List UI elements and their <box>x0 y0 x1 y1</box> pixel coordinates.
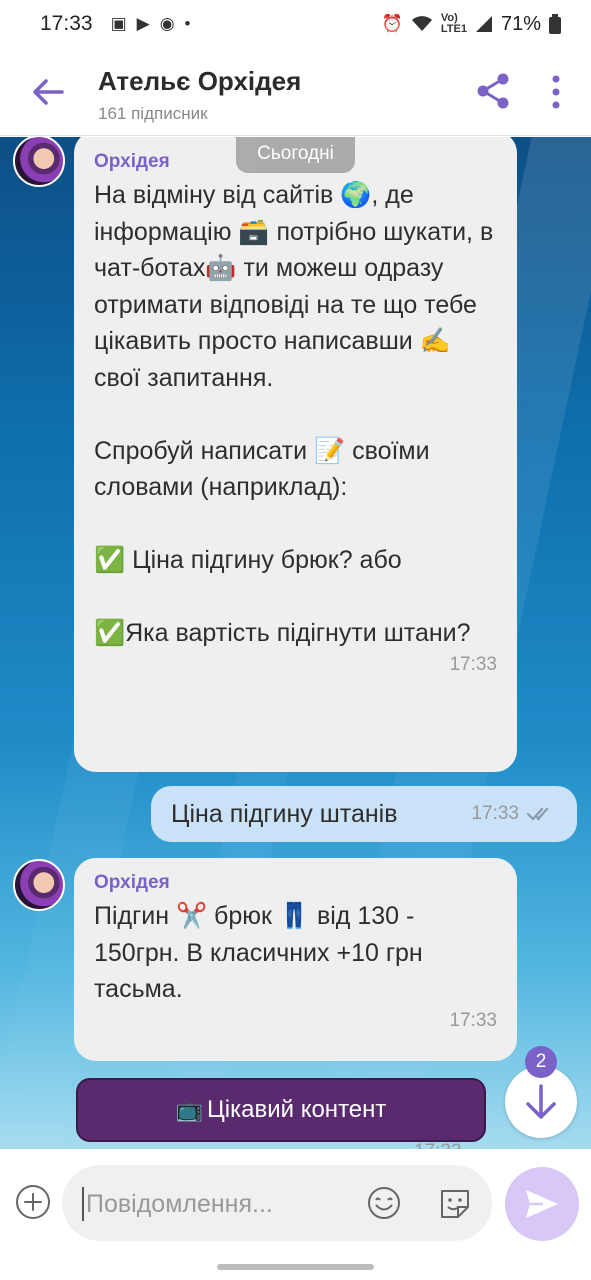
volte-indicator: Vo) LTE1 <box>440 12 467 35</box>
unread-badge: 2 <box>525 1046 557 1078</box>
home-indicator[interactable] <box>217 1264 374 1270</box>
sender-avatar[interactable] <box>13 137 65 187</box>
share-icon[interactable] <box>474 72 512 110</box>
status-bar: 17:33 ▣ ▶ ◉ • ⏰ Vo) LTE1 71% <box>0 0 591 48</box>
battery-icon <box>549 14 561 34</box>
chat-title[interactable]: Ательє Орхідея <box>98 66 301 97</box>
sticker-icon[interactable] <box>436 1185 474 1223</box>
message-input-bar <box>0 1149 591 1254</box>
chat-area[interactable]: Орхідея На відміну від сайтів 🌍, де інфо… <box>0 137 591 1149</box>
alarm-icon: ⏰ <box>381 14 403 33</box>
incoming-message[interactable]: Орхідея Підгин ✂️ брюк 👖 від 130 - 150гр… <box>74 858 517 1061</box>
subscriber-count: 161 підписник <box>98 104 208 123</box>
wifi-icon <box>411 16 432 31</box>
sender-name[interactable]: Орхідея <box>94 872 497 894</box>
keyboard-button-label: Цікавий контент <box>207 1096 387 1123</box>
message-time: 17:33 <box>414 1141 462 1149</box>
message-text: Ціна підгину штанів <box>171 799 398 828</box>
sender-avatar[interactable] <box>13 859 65 911</box>
message-text: На відміну від сайтів 🌍, де інформацію 🗃… <box>94 181 494 647</box>
message-time: 17:33 <box>449 1009 497 1031</box>
incoming-message[interactable]: Орхідея На відміну від сайтів 🌍, де інфо… <box>74 137 517 772</box>
keyboard-button-interesting-content[interactable]: 📺 Цікавий контент <box>76 1078 486 1142</box>
send-icon <box>526 1190 558 1218</box>
status-right: ⏰ Vo) LTE1 71% <box>382 13 561 36</box>
battery-percent: 71% <box>500 12 541 35</box>
send-button[interactable] <box>505 1167 579 1241</box>
outgoing-message[interactable]: Ціна підгину штанів 17:33 <box>151 786 577 842</box>
arrow-down-icon <box>526 1084 556 1119</box>
status-left: 17:33 ▣ ▶ ◉ • <box>40 12 191 36</box>
message-input-container[interactable] <box>62 1165 492 1241</box>
message-time: 17:33 <box>449 653 497 675</box>
chat-header: Ательє Орхідея 161 підписник <box>0 48 591 136</box>
emoji-icon[interactable] <box>366 1185 402 1221</box>
message-text: Підгин ✂️ брюк 👖 від 130 - 150грн. В кла… <box>94 902 430 1003</box>
sync-notification-icon: ◉ <box>159 14 175 33</box>
message-input[interactable] <box>82 1187 342 1221</box>
gallery-notification-icon: ▣ <box>110 14 127 33</box>
navigation-bar <box>0 1254 591 1280</box>
plus-icon[interactable] <box>14 1183 52 1221</box>
read-ticks-icon <box>527 807 549 821</box>
tv-icon: 📺 <box>175 1097 203 1122</box>
more-vert-icon[interactable] <box>546 74 566 110</box>
signal-icon <box>475 16 492 32</box>
more-notifications-dot-icon: • <box>184 14 191 33</box>
youtube-notification-icon: ▶ <box>136 14 150 33</box>
back-arrow-icon[interactable] <box>28 72 68 112</box>
status-time: 17:33 <box>40 12 93 35</box>
date-badge: Сьогодні <box>236 137 355 173</box>
message-time: 17:33 <box>471 803 519 824</box>
